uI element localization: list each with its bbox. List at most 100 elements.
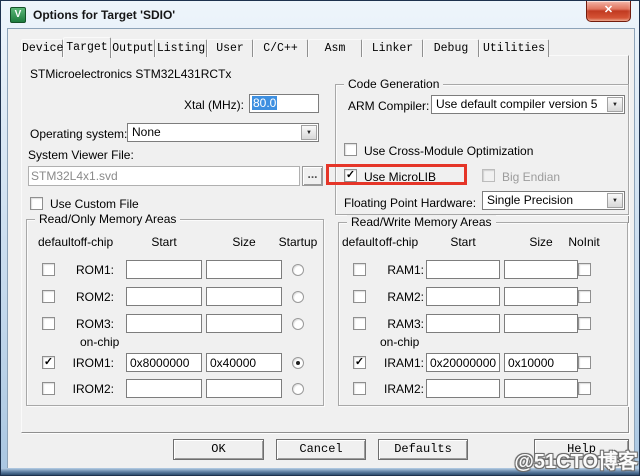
floating-point-select[interactable]: Single Precision ▼ [482, 191, 625, 210]
irom1-start-input[interactable] [126, 353, 202, 372]
rom-header-startup: Startup [270, 235, 326, 249]
ram3-default-checkbox[interactable] [353, 317, 366, 330]
red-highlight-annotation [326, 164, 467, 185]
ram3-start-input[interactable] [426, 314, 500, 333]
ram-onchip-label: on-chip [380, 335, 419, 349]
ram3-label: RAM3: [374, 317, 424, 331]
tab-target[interactable]: Target [63, 37, 111, 58]
chevron-down-icon[interactable]: ▼ [607, 97, 623, 112]
tab-output[interactable]: Output [111, 39, 155, 57]
irom2-start-input[interactable] [126, 379, 202, 398]
operating-system-select[interactable]: None ▼ [127, 123, 319, 142]
tab-ccpp[interactable]: C/C++ [253, 39, 308, 57]
ram2-size-input[interactable] [504, 287, 578, 306]
tab-utilities[interactable]: Utilities [479, 39, 549, 57]
rom1-start-input[interactable] [126, 260, 202, 279]
iram2-noinit-checkbox[interactable] [578, 382, 591, 395]
use-custom-file-label: Use Custom File [50, 197, 139, 211]
ram3-noinit-checkbox[interactable] [578, 317, 591, 330]
irom1-label: IROM1: [66, 356, 114, 370]
rom2-startup-radio[interactable] [292, 291, 304, 303]
ram-header-noinit: NoInit [562, 235, 606, 249]
rom1-default-checkbox[interactable] [42, 263, 55, 276]
ram2-noinit-checkbox[interactable] [578, 290, 591, 303]
chevron-down-icon[interactable]: ▼ [301, 125, 317, 140]
iram1-start-input[interactable] [426, 353, 500, 372]
ram3-size-input[interactable] [504, 314, 578, 333]
ram-header-offchip: off-chip [379, 235, 418, 249]
iram2-default-checkbox[interactable] [353, 382, 366, 395]
big-endian-checkbox [482, 169, 495, 182]
checkmark-icon: ✓ [44, 356, 53, 368]
floating-point-value: Single Precision [487, 193, 573, 207]
rom1-startup-radio[interactable] [292, 264, 304, 276]
rom3-size-input[interactable] [206, 314, 282, 333]
rom2-default-checkbox[interactable] [42, 290, 55, 303]
rom3-startup-radio[interactable] [292, 318, 304, 330]
tab-linker[interactable]: Linker [362, 39, 423, 57]
ram1-default-checkbox[interactable] [353, 263, 366, 276]
iram1-size-input[interactable] [504, 353, 578, 372]
irom2-default-checkbox[interactable] [42, 382, 55, 395]
rom-header-start: Start [126, 235, 202, 249]
irom2-size-input[interactable] [206, 379, 282, 398]
irom1-default-checkbox[interactable]: ✓ [42, 356, 55, 369]
rom2-start-input[interactable] [126, 287, 202, 306]
operating-system-label: Operating system: [30, 127, 127, 141]
ram1-noinit-checkbox[interactable] [578, 263, 591, 276]
tab-debug[interactable]: Debug [423, 39, 479, 57]
rom3-label: ROM3: [66, 317, 114, 331]
iram1-noinit-checkbox[interactable] [578, 356, 591, 369]
ram1-size-input[interactable] [504, 260, 578, 279]
ram2-default-checkbox[interactable] [353, 290, 366, 303]
system-viewer-file-field[interactable]: STM32L4x1.svd [28, 166, 300, 186]
tab-device[interactable]: Device [21, 39, 63, 57]
iram2-start-input[interactable] [426, 379, 500, 398]
chevron-down-icon[interactable]: ▼ [607, 193, 623, 208]
iram1-default-checkbox[interactable]: ✓ [353, 356, 366, 369]
ram2-start-input[interactable] [426, 287, 500, 306]
tab-user[interactable]: User [207, 39, 253, 57]
xtal-label: Xtal (MHz): [132, 98, 244, 112]
rom2-label: ROM2: [66, 290, 114, 304]
ram2-label: RAM2: [374, 290, 424, 304]
ram1-start-input[interactable] [426, 260, 500, 279]
use-custom-file-checkbox[interactable] [30, 197, 43, 210]
ok-button[interactable]: OK [173, 439, 264, 460]
tab-asm[interactable]: Asm [308, 39, 362, 57]
close-icon: ✕ [604, 4, 613, 16]
options-dialog: V Options for Target 'SDIO' ✕ Device Tar… [0, 0, 640, 476]
irom2-startup-radio[interactable] [292, 383, 304, 395]
dialog-body: Device Target Output Listing User C/C++ … [8, 29, 634, 469]
rom-onchip-label: on-chip [80, 335, 119, 349]
cross-module-checkbox[interactable] [344, 143, 357, 156]
iram2-size-input[interactable] [504, 379, 578, 398]
rom3-default-checkbox[interactable] [42, 317, 55, 330]
arm-compiler-select[interactable]: Use default compiler version 5 ▼ [431, 95, 625, 114]
defaults-button[interactable]: Defaults [378, 439, 468, 460]
rom-header-offchip: off-chip [74, 235, 113, 249]
read-write-memory-title: Read/Write Memory Areas [347, 215, 496, 229]
irom1-size-input[interactable] [206, 353, 282, 372]
uvision-app-icon: V [10, 7, 26, 23]
close-button[interactable]: ✕ [586, 1, 631, 22]
code-generation-title: Code Generation [344, 77, 443, 91]
tab-strip: Device Target Output Listing User C/C++ … [21, 37, 549, 57]
rom2-size-input[interactable] [206, 287, 282, 306]
rom3-start-input[interactable] [126, 314, 202, 333]
target-tab-panel: STMicroelectronics STM32L431RCTx Xtal (M… [21, 55, 629, 433]
big-endian-label: Big Endian [502, 170, 560, 184]
device-name-label: STMicroelectronics STM32L431RCTx [30, 67, 231, 81]
xtal-input[interactable]: 80.0 [249, 94, 319, 113]
tab-listing[interactable]: Listing [155, 39, 207, 57]
cancel-button[interactable]: Cancel [276, 439, 366, 460]
browse-button[interactable]: ... [302, 166, 323, 186]
watermark: @51CTO博客 [514, 445, 638, 474]
xtal-value: 80.0 [252, 96, 277, 110]
checkmark-icon: ✓ [355, 356, 364, 368]
rom1-size-input[interactable] [206, 260, 282, 279]
read-only-memory-title: Read/Only Memory Areas [35, 212, 180, 226]
arm-compiler-label: ARM Compiler: [348, 99, 429, 113]
floating-point-label: Floating Point Hardware: [344, 196, 476, 210]
irom1-startup-radio[interactable] [292, 357, 304, 369]
